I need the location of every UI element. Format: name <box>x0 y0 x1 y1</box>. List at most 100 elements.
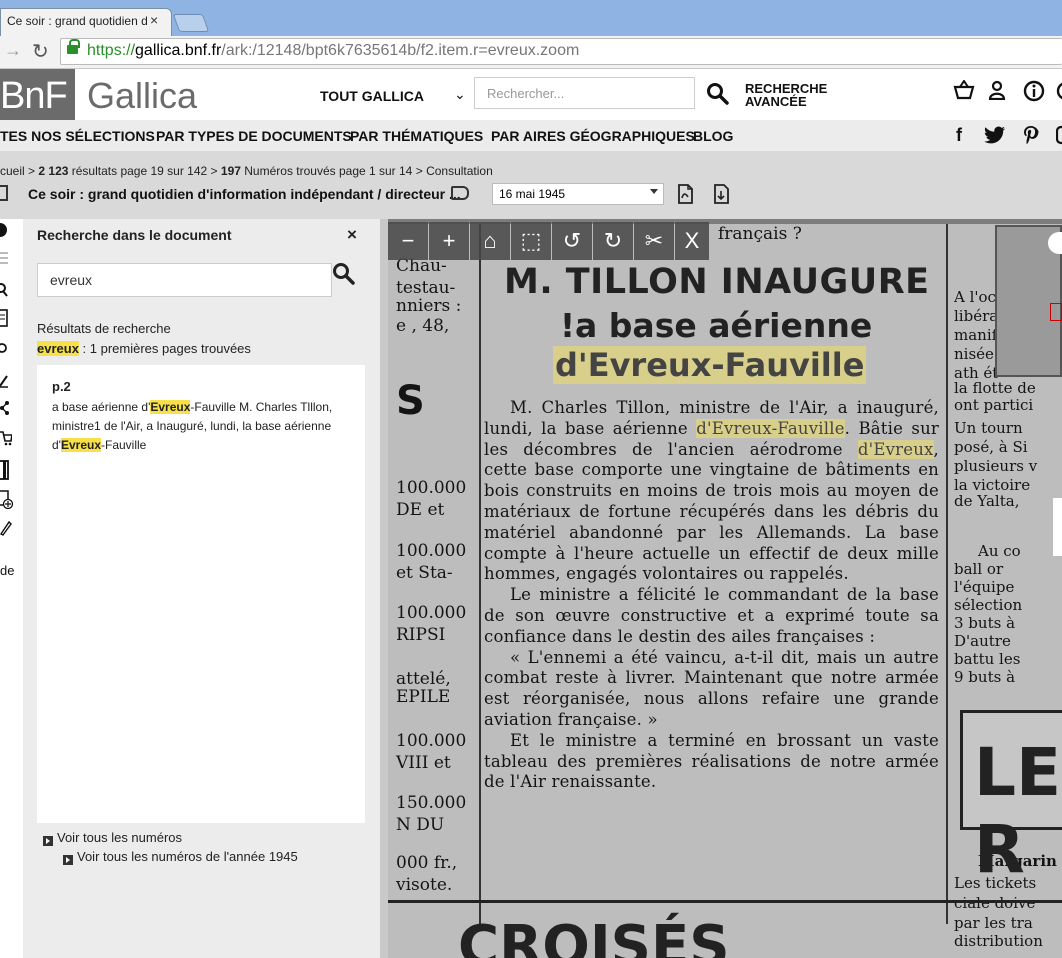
info-tool-icon[interactable] <box>0 222 8 241</box>
left-column-line: 100.000 <box>396 478 467 498</box>
bnf-logo[interactable]: BnF <box>0 69 75 120</box>
document-icon <box>0 185 8 201</box>
breadcrumb-issues[interactable]: Numéros trouvés page 1 sur 14 <box>244 164 412 178</box>
facebook-icon[interactable]: f <box>956 125 962 146</box>
issue-date-select[interactable]: 16 mai 1945 <box>492 183 664 205</box>
home-icon: ⌂ <box>483 228 497 253</box>
book-tool-icon[interactable] <box>0 460 10 483</box>
dropdown-arrow-icon[interactable] <box>650 189 658 194</box>
document-search-input[interactable]: evreux <box>37 263 332 297</box>
snippet-highlight: Evreux <box>150 400 191 414</box>
all-issues-link[interactable]: Voir tous les numéros <box>57 830 182 845</box>
tab-close-icon[interactable]: × <box>150 12 158 28</box>
breadcrumb-results-count[interactable]: 2 123 <box>38 164 68 178</box>
result-page-link[interactable]: p.2 <box>52 379 71 394</box>
bottom-banner-text: CROISÉS <box>458 914 730 958</box>
right-column-line: distribution <box>954 932 1043 950</box>
share-icon[interactable] <box>0 400 9 419</box>
home-view-button[interactable]: ⌂ <box>470 222 510 260</box>
rotate-right-button[interactable]: ↻ <box>593 222 633 260</box>
search-scope-select[interactable]: TOUT GALLICA <box>320 88 424 104</box>
fit-page-button[interactable]: ⬚ <box>511 222 551 260</box>
help-tool-label[interactable]: de <box>0 563 14 578</box>
url-scheme: https:// <box>87 42 136 59</box>
side-panel-tab[interactable] <box>1053 498 1062 556</box>
right-column-line: de Yalta, <box>954 492 1020 510</box>
article-paragraph: Et le ministre a terminé en brossant un … <box>484 730 939 792</box>
nav-document-types[interactable]: PAR TYPES DE DOCUMENTS <box>156 128 352 144</box>
browser-tab-title: Ce soir : grand quotidien d <box>7 14 148 28</box>
right-column-line: plusieurs v <box>954 457 1038 475</box>
right-column-line: 3 buts à <box>954 614 1016 632</box>
list-tool-icon[interactable] <box>0 250 8 269</box>
year-issues-link[interactable]: Voir tous les numéros de l'année 1945 <box>77 849 298 864</box>
browser-tab[interactable]: Ce soir : grand quotidien d <box>0 8 172 36</box>
search-icon[interactable] <box>332 262 356 291</box>
close-viewer-button[interactable]: X <box>675 222 709 260</box>
result-snippet[interactable]: a base aérienne d'Evreux-Fauville M. Cha… <box>52 398 352 455</box>
close-icon[interactable]: × <box>347 225 357 245</box>
back-arrow-icon[interactable]: → <box>4 40 22 61</box>
twitter-icon[interactable] <box>984 126 1006 149</box>
text-mode-icon[interactable] <box>0 309 9 330</box>
nav-selections[interactable]: TES NOS SÉLECTIONS <box>0 128 155 144</box>
column-rule <box>946 224 948 924</box>
navigator-viewport-indicator[interactable] <box>1050 303 1062 321</box>
page-text-fragment: français ? <box>718 224 802 244</box>
snippet-text: a base aérienne d' <box>52 400 151 414</box>
right-column-line: battu les <box>954 650 1021 668</box>
tag-icon[interactable] <box>451 186 469 200</box>
basket-icon[interactable] <box>953 79 975 106</box>
url-text[interactable]: https://gallica.bnf.fr/ark:/12148/bpt6k7… <box>87 42 579 60</box>
search-input[interactable]: Rechercher... <box>474 77 695 109</box>
search-icon[interactable] <box>706 82 730 111</box>
left-column-line: 100.000 <box>396 603 467 623</box>
right-column-line: posé, à Si <box>954 438 1028 456</box>
add-document-icon[interactable] <box>0 490 14 515</box>
nav-blog[interactable]: BLOG <box>693 128 733 144</box>
url-host: gallica.bnf.fr <box>135 42 222 59</box>
new-tab-button[interactable] <box>172 14 210 32</box>
rotate-left-button[interactable]: ↺ <box>552 222 592 260</box>
fit-page-icon: ⬚ <box>520 228 542 253</box>
pinterest-icon[interactable] <box>1022 125 1040 150</box>
article-paragraph: « L'ennemi a été vaincu, a-t-il dit, mai… <box>484 647 939 729</box>
search-tool-icon[interactable] <box>0 282 8 301</box>
left-column-line: EPILE <box>396 687 451 707</box>
download-icon[interactable] <box>712 184 730 209</box>
article-headline: M. TILLON INAUGURE <box>504 262 930 302</box>
instagram-icon[interactable] <box>1055 125 1062 150</box>
advanced-search-link[interactable]: RECHERCHE AVANCÉE <box>745 82 827 108</box>
reload-icon[interactable]: ↻ <box>32 39 49 64</box>
arrow-right-icon <box>63 855 73 865</box>
chevron-down-icon[interactable]: ⌄ <box>454 86 466 103</box>
advanced-search-line2: AVANCÉE <box>745 94 807 109</box>
nav-geographic-areas[interactable]: PAR AIRES GÉOGRAPHIQUES <box>491 128 695 144</box>
newspaper-page-image[interactable]: français ? Chau-testau-nniers :e , 48, S 1… <box>388 224 1062 958</box>
breadcrumb-results[interactable]: résultats page 19 sur 142 <box>72 164 207 178</box>
pdf-download-icon[interactable] <box>676 184 694 209</box>
language-icon[interactable] <box>1056 80 1062 108</box>
left-column-line: RIPSI <box>396 625 446 645</box>
cart-tool-icon[interactable] <box>0 428 13 449</box>
right-column-line: ont partici <box>954 396 1034 414</box>
results-count-text: : 1 premières pages trouvées <box>78 341 251 356</box>
info-icon[interactable] <box>1023 80 1045 108</box>
article-paragraph: Le ministre a félicité le commandant de … <box>484 585 939 646</box>
nav-themes[interactable]: PAR THÉMATIQUES <box>350 128 483 144</box>
zoom-out-button[interactable]: − <box>388 222 428 260</box>
panel-resizer[interactable] <box>380 219 388 958</box>
advertisement-text: LE R <box>974 734 1062 888</box>
breadcrumb-separator: > <box>415 164 423 178</box>
edit-tool-icon[interactable] <box>0 372 8 391</box>
zoom-in-button[interactable]: + <box>429 222 469 260</box>
breadcrumb-issues-count[interactable]: 197 <box>221 164 241 178</box>
gallica-logo[interactable]: Gallica <box>87 75 197 117</box>
pencil-icon[interactable] <box>0 518 12 539</box>
left-column-line: DE et <box>396 500 445 520</box>
user-icon[interactable] <box>987 80 1007 106</box>
breadcrumb-home[interactable]: cueil <box>0 164 25 178</box>
crop-button[interactable]: ✂ <box>634 222 674 260</box>
link-tool-icon[interactable] <box>0 340 8 359</box>
right-column-line: nisée <box>954 345 994 363</box>
